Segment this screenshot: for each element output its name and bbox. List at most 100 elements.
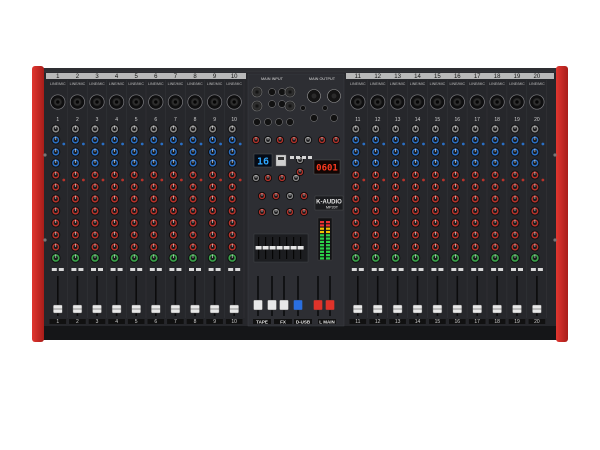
knob-1[interactable] — [208, 124, 218, 134]
pan-knob[interactable] — [490, 253, 500, 263]
knob-5[interactable] — [188, 170, 198, 180]
knob-5[interactable] — [110, 170, 120, 180]
solo-button[interactable] — [358, 268, 364, 271]
knob-11[interactable] — [490, 242, 500, 252]
knob-9[interactable] — [168, 218, 178, 228]
knob-2[interactable] — [450, 135, 460, 145]
knob-8[interactable] — [188, 206, 198, 216]
aux-knob[interactable] — [461, 142, 465, 146]
knob-4[interactable] — [470, 158, 480, 168]
knob-9[interactable] — [530, 218, 540, 228]
combo-input-jack[interactable] — [469, 94, 485, 110]
combo-input-jack[interactable] — [50, 94, 66, 110]
knob-4[interactable] — [227, 158, 237, 168]
knob-2[interactable] — [168, 135, 178, 145]
mute-button[interactable] — [169, 268, 175, 271]
knob-5[interactable] — [490, 170, 500, 180]
fx-knob[interactable] — [442, 178, 445, 182]
effect-button[interactable] — [296, 156, 300, 159]
knob-9[interactable] — [490, 218, 500, 228]
pan-knob[interactable] — [390, 253, 401, 263]
fx-knob[interactable] — [481, 178, 485, 182]
master-knob-18[interactable] — [285, 207, 295, 217]
knob-1[interactable] — [129, 124, 139, 134]
knob-7[interactable] — [110, 194, 120, 204]
knob-1[interactable] — [470, 124, 480, 134]
combo-input-jack[interactable] — [449, 94, 465, 110]
knob-9[interactable] — [430, 218, 440, 228]
solo-button[interactable] — [58, 268, 64, 271]
knob-2[interactable] — [391, 135, 401, 145]
combo-input-jack[interactable] — [128, 94, 144, 110]
aux-knob[interactable] — [199, 142, 203, 146]
mute-button[interactable] — [530, 268, 536, 271]
knob-5[interactable] — [149, 170, 159, 180]
pan-knob[interactable] — [129, 253, 139, 263]
knob-11[interactable] — [351, 242, 361, 252]
knob-2[interactable] — [51, 135, 61, 145]
knob-5[interactable] — [129, 170, 139, 180]
knob-8[interactable] — [149, 206, 159, 216]
knob-6[interactable] — [129, 182, 139, 192]
knob-2[interactable] — [149, 135, 159, 145]
solo-button[interactable] — [78, 268, 84, 271]
aux-knob[interactable] — [402, 142, 405, 146]
knob-10[interactable] — [149, 230, 159, 240]
knob-2[interactable] — [490, 135, 500, 145]
knob-4[interactable] — [430, 158, 440, 168]
mute-button[interactable] — [411, 268, 417, 271]
combo-input-jack[interactable] — [109, 94, 125, 110]
knob-2[interactable] — [371, 135, 381, 145]
knob-5[interactable] — [411, 170, 420, 180]
pan-knob[interactable] — [510, 253, 520, 263]
knob-7[interactable] — [90, 194, 100, 204]
geq-slider[interactable] — [276, 246, 283, 250]
knob-9[interactable] — [51, 218, 61, 228]
mute-button[interactable] — [149, 268, 155, 271]
solo-button[interactable] — [98, 268, 103, 271]
knob-10[interactable] — [90, 230, 100, 240]
pan-knob[interactable] — [450, 253, 461, 263]
knob-6[interactable] — [371, 182, 381, 192]
combo-input-jack[interactable] — [207, 94, 223, 110]
knob-6[interactable] — [530, 182, 540, 192]
knob-11[interactable] — [371, 242, 381, 252]
fx-knob[interactable] — [382, 178, 386, 182]
fx-knob[interactable] — [362, 178, 366, 182]
master-knob-21[interactable] — [295, 167, 305, 177]
pan-knob[interactable] — [109, 253, 120, 263]
combo-input-jack[interactable] — [350, 94, 366, 110]
solo-button[interactable] — [137, 268, 143, 271]
knob-4[interactable] — [149, 158, 159, 168]
knob-1[interactable] — [490, 124, 500, 134]
knob-1[interactable] — [351, 124, 361, 134]
knob-2[interactable] — [510, 135, 520, 145]
mute-button[interactable] — [228, 268, 234, 271]
knob-6[interactable] — [430, 182, 440, 192]
master-fader-3[interactable] — [279, 299, 289, 311]
geq-slider[interactable] — [290, 246, 297, 250]
master-knob-16[interactable] — [257, 207, 267, 217]
knob-9[interactable] — [208, 218, 218, 228]
pan-knob[interactable] — [70, 253, 81, 263]
knob-2[interactable] — [90, 135, 100, 145]
aux-knob[interactable] — [180, 142, 183, 146]
knob-8[interactable] — [391, 206, 401, 216]
knob-8[interactable] — [450, 206, 460, 216]
fx-knob[interactable] — [82, 178, 85, 182]
aux-knob[interactable] — [541, 142, 545, 146]
pan-knob[interactable] — [168, 253, 179, 263]
knob-6[interactable] — [510, 182, 520, 192]
knob-11[interactable] — [110, 242, 120, 252]
knob-8[interactable] — [129, 206, 139, 216]
master-knob-5[interactable] — [303, 135, 313, 145]
aux-knob[interactable] — [422, 142, 425, 146]
knob-2[interactable] — [110, 135, 120, 145]
knob-2[interactable] — [470, 135, 480, 145]
knob-9[interactable] — [391, 218, 401, 228]
knob-1[interactable] — [450, 124, 460, 134]
knob-1[interactable] — [430, 124, 440, 134]
knob-8[interactable] — [110, 206, 120, 216]
knob-11[interactable] — [411, 242, 420, 252]
geq-slider[interactable] — [269, 246, 276, 250]
